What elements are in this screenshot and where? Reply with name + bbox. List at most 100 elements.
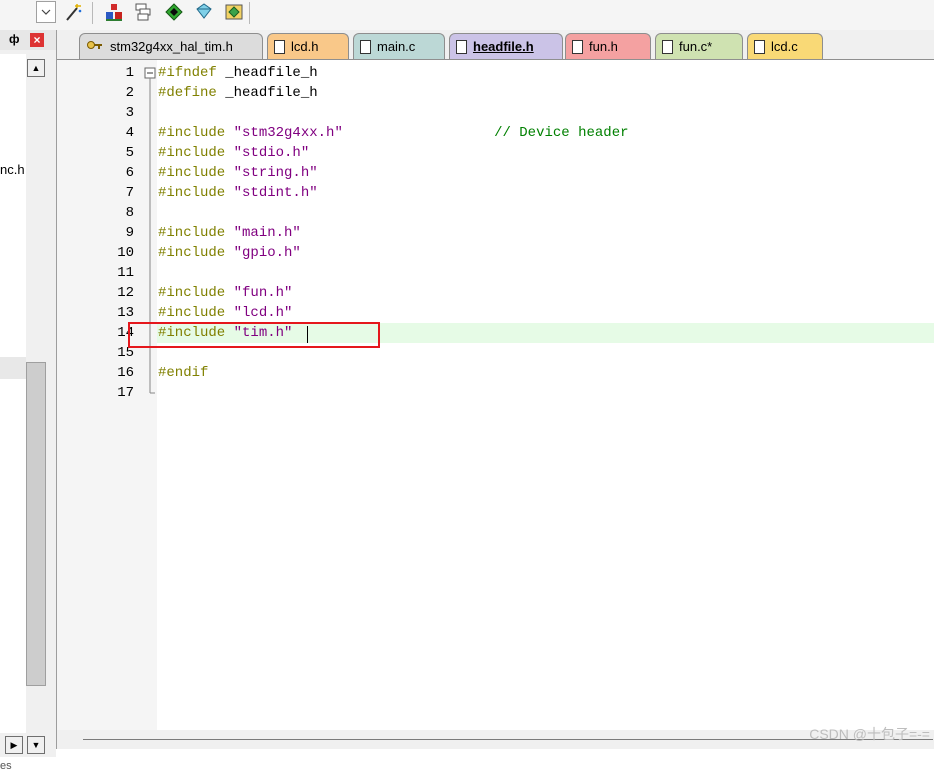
tab-label: fun.h	[589, 39, 618, 54]
line-number: 15	[117, 345, 134, 361]
tab-fun-c[interactable]: fun.c*	[655, 33, 743, 59]
toolbar	[0, 0, 934, 30]
editor-tab-bar: stm32g4xx_hal_tim.h lcd.h main.c headfil…	[57, 30, 934, 60]
fold-guide	[144, 163, 156, 183]
fold-guide	[144, 283, 156, 303]
key-icon	[86, 38, 104, 55]
pin-icon[interactable]: ф	[9, 32, 20, 46]
vertical-scrollbar[interactable]: ▲	[26, 58, 46, 734]
fold-guide	[144, 383, 156, 403]
horizontal-scrollbar[interactable]: ▶ ▼	[0, 733, 56, 757]
scroll-right-icon[interactable]: ▶	[5, 736, 23, 754]
fold-guide	[144, 123, 156, 143]
code-text: #include "fun.h"	[158, 283, 292, 303]
tab-fun-h[interactable]: fun.h	[565, 33, 651, 59]
line-number: 11	[117, 265, 134, 281]
code-token-kw: #define	[158, 85, 217, 101]
code-line[interactable]: 16 #endif	[57, 363, 934, 383]
code-token-cm: // Device header	[342, 125, 629, 141]
scrollbar-track[interactable]	[83, 739, 933, 740]
code-line[interactable]: 13 #include "lcd.h"	[57, 303, 934, 323]
code-line[interactable]: 2 #define _headfile_h	[57, 83, 934, 103]
code-token-kw: #include	[158, 285, 226, 301]
code-line[interactable]: 3	[57, 103, 934, 123]
scrollbar-thumb[interactable]	[26, 362, 46, 686]
scroll-down-icon[interactable]: ▼	[27, 736, 45, 754]
file-icon	[572, 39, 583, 54]
code-token-str: "lcd.h"	[233, 305, 293, 321]
code-line[interactable]: 7 #include "stdint.h"	[57, 183, 934, 203]
fold-guide	[144, 223, 156, 243]
code-token-rest	[225, 125, 233, 141]
code-token-rest	[225, 305, 233, 321]
window-stack-icon[interactable]	[133, 1, 155, 23]
code-line[interactable]: 8	[57, 203, 934, 223]
tree-item-label[interactable]: nc.h	[0, 162, 25, 177]
code-line[interactable]: 5 #include "stdio.h"	[57, 143, 934, 163]
settings-chip-icon[interactable]	[223, 1, 245, 23]
tab-label: stm32g4xx_hal_tim.h	[110, 39, 233, 54]
selected-tree-row[interactable]	[0, 357, 26, 379]
line-number: 7	[125, 185, 134, 201]
tab-lcd-c[interactable]: lcd.c	[747, 33, 823, 59]
file-icon	[360, 39, 371, 54]
green-diamond-icon[interactable]	[163, 1, 185, 23]
fold-guide	[144, 203, 156, 223]
file-icon	[456, 39, 467, 54]
project-tree	[0, 54, 26, 734]
editor-horizontal-scrollbar[interactable]	[57, 730, 934, 749]
scroll-up-icon[interactable]: ▲	[27, 59, 45, 77]
fold-guide	[144, 363, 156, 383]
line-number: 10	[117, 245, 134, 261]
code-token-rest: _headfile_h	[216, 65, 318, 81]
line-number: 4	[125, 125, 134, 141]
code-line[interactable]: 17	[57, 383, 934, 403]
tab-label: lcd.h	[291, 39, 319, 54]
fold-guide	[144, 103, 156, 123]
line-number: 8	[125, 205, 134, 221]
code-text: #include "stm32g4xx.h" // Device header	[158, 123, 629, 143]
code-token-kw: #include	[158, 125, 226, 141]
code-line[interactable]: 9 #include "main.h"	[57, 223, 934, 243]
tab-main-c[interactable]: main.c	[353, 33, 445, 59]
code-line[interactable]: 10 #include "gpio.h"	[57, 243, 934, 263]
code-text: #endif	[158, 363, 208, 383]
fold-collapse-icon[interactable]	[144, 63, 156, 83]
code-line[interactable]: 4 #include "stm32g4xx.h" // Device header	[57, 123, 934, 143]
close-icon[interactable]: ×	[30, 33, 44, 47]
code-token-kw: #include	[158, 165, 226, 181]
code-token-str: "stdint.h"	[233, 185, 318, 201]
code-line[interactable]: 11	[57, 263, 934, 283]
code-token-rest	[225, 225, 233, 241]
fold-guide	[144, 143, 156, 163]
download-icon[interactable]	[193, 1, 215, 23]
code-token-str: "stdio.h"	[233, 145, 310, 161]
code-token-kw: #include	[158, 225, 226, 241]
code-text: #include "main.h"	[158, 223, 301, 243]
line-number: 14	[117, 325, 134, 341]
code-token-rest	[225, 145, 233, 161]
fold-guide	[144, 183, 156, 203]
batch-build-icon[interactable]	[103, 1, 125, 23]
code-line[interactable]: 6 #include "string.h"	[57, 163, 934, 183]
code-token-rest	[225, 185, 233, 201]
dropdown-icon[interactable]	[36, 1, 56, 23]
code-token-kw: #include	[158, 145, 226, 161]
tab-headfile-h[interactable]: headfile.h	[449, 33, 563, 59]
code-text: #include "gpio.h"	[158, 243, 301, 263]
toolbar-separator	[92, 2, 93, 24]
tab-lcd-h[interactable]: lcd.h	[267, 33, 349, 59]
tab-stm32g4xx-hal-tim-h[interactable]: stm32g4xx_hal_tim.h	[79, 33, 263, 59]
fold-guide	[144, 83, 156, 103]
code-line[interactable]: 12 #include "fun.h"	[57, 283, 934, 303]
line-number: 16	[117, 365, 134, 381]
code-text: #include "stdio.h"	[158, 143, 309, 163]
magic-wand-icon[interactable]	[62, 1, 84, 23]
code-token-str: "string.h"	[233, 165, 318, 181]
code-line[interactable]: 1 #ifndef _headfile_h	[57, 63, 934, 83]
project-panel: ф × nc.h ▲ ▶ ▼ es	[0, 30, 57, 772]
code-editor[interactable]: 1 #ifndef _headfile_h 2 #define _headfile_h…	[57, 60, 934, 730]
file-icon	[754, 39, 765, 54]
code-token-rest	[225, 285, 233, 301]
line-number: 9	[125, 225, 134, 241]
